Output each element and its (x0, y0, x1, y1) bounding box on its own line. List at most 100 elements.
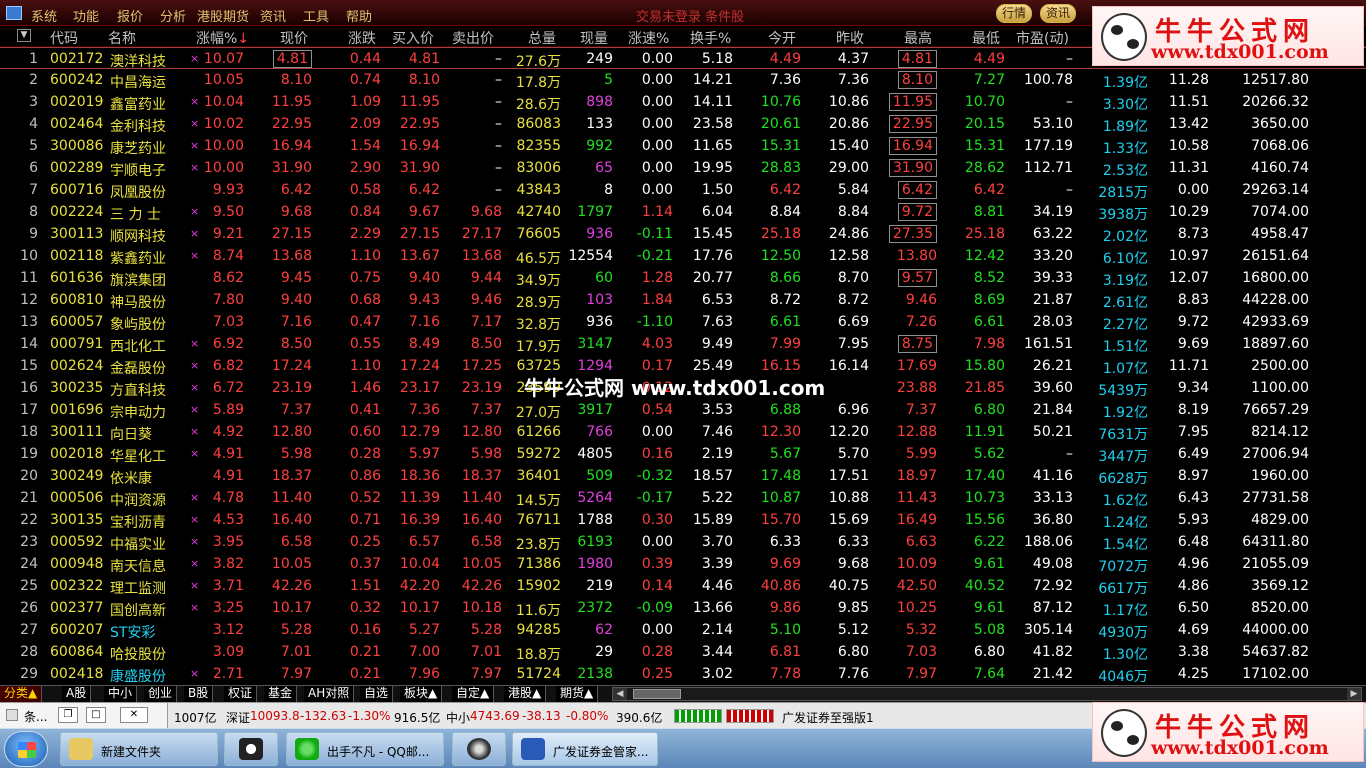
bid-price: 5.27 (408, 622, 440, 638)
tab-hk[interactable]: 港股▲ (504, 686, 547, 702)
tab-warrants[interactable]: 权证 (224, 686, 258, 702)
pct-change: 4.92 (212, 424, 244, 440)
close-icon[interactable]: ✕ (120, 707, 148, 723)
news-button[interactable]: 资讯 (1040, 4, 1077, 23)
col-low[interactable]: 最低 (972, 28, 1000, 48)
start-button[interactable] (4, 731, 48, 767)
col-change[interactable]: 涨跌 (348, 28, 376, 48)
taskbar-media[interactable] (452, 732, 506, 766)
tab-custom[interactable]: 自定▲ (452, 686, 495, 702)
minimized-window[interactable]: 条... ❐ □ ✕ (0, 703, 168, 729)
col-pe[interactable]: 市盈(动) (1016, 28, 1069, 48)
change: 0.16 (349, 622, 381, 638)
col-turnover[interactable]: 换手% (690, 28, 731, 48)
col-pct[interactable]: 涨幅%↓ (196, 28, 249, 48)
menu-tools[interactable]: 工具 (303, 6, 329, 25)
col-price[interactable]: 现价 (280, 28, 308, 48)
scroll-thumb[interactable] (633, 689, 681, 699)
menu-function[interactable]: 功能 (73, 6, 99, 25)
table-row[interactable]: 12 600810 神马股份 7.80 9.40 0.68 9.43 9.46 28.9万 103… (0, 289, 1366, 311)
tab-category[interactable]: 分类▲ (0, 686, 43, 702)
table-row[interactable]: × 18 300111 向日葵 4.92 12.80 0.60 12.79 12.80 61266… (0, 421, 1366, 443)
table-row[interactable]: 11 601636 旗滨集团 8.62 9.45 0.75 9.40 9.44 34.9万 60 1… (0, 267, 1366, 289)
change: 1.10 (349, 358, 381, 374)
tab-funds[interactable]: 基金 (264, 686, 298, 702)
col-code[interactable]: 代码 (50, 28, 78, 48)
tab-sme[interactable]: 中小 (104, 686, 138, 702)
table-row[interactable]: × 17 001696 宗申动力 5.89 7.37 0.41 7.36 7.37 27.0万 39… (0, 399, 1366, 421)
col-ask[interactable]: 卖出价 (452, 28, 494, 48)
table-row[interactable]: × 8 002224 三 力 士 9.50 9.68 0.84 9.67 9.68 42740 17… (0, 201, 1366, 223)
market-button[interactable]: 行情 (996, 4, 1033, 23)
table-row[interactable]: 20 300249 依米康 4.91 18.37 0.86 18.36 18.37 36401 5… (0, 465, 1366, 487)
menu-analysis[interactable]: 分析 (160, 6, 186, 25)
row-number: 4 (29, 116, 38, 132)
taskbar-browser[interactable]: 出手不凡 - QQ邮... (286, 732, 444, 766)
table-row[interactable]: × 10 002118 紫鑫药业 8.74 13.68 1.10 13.67 13.68 46.5… (0, 245, 1366, 267)
table-row[interactable]: × 22 300135 宝利沥青 4.53 16.40 0.71 16.39 16.40 7671… (0, 509, 1366, 531)
menu-help[interactable]: 帮助 (346, 6, 372, 25)
col-cur-vol[interactable]: 现量 (580, 28, 608, 48)
horizontal-scrollbar[interactable]: ◀ ▶ (612, 687, 1362, 701)
table-row[interactable]: 2 600242 中昌海运 10.05 8.10 0.74 8.10 –17.8万 5 0.00 1… (0, 69, 1366, 91)
scroll-left-icon[interactable]: ◀ (613, 688, 627, 700)
col-speed[interactable]: 涨速% (628, 28, 669, 48)
tab-a-shares[interactable]: A股 (62, 686, 92, 702)
taskbar-qq[interactable] (224, 732, 278, 766)
table-row[interactable]: × 14 000791 西北化工 6.92 8.50 0.55 8.49 8.50 17.9万 31… (0, 333, 1366, 355)
restore-icon[interactable]: ❐ (58, 707, 78, 723)
table-row[interactable]: 28 600864 哈投股份 3.09 7.01 0.21 7.00 7.01 18.8万 29 0… (0, 641, 1366, 663)
table-row[interactable]: × 24 000948 南天信息 3.82 10.05 0.37 10.04 10.05 7138… (0, 553, 1366, 575)
table-row[interactable]: 7 600716 凤凰股份 9.93 6.42 0.58 6.42–43843 8 0.00 1.… (0, 179, 1366, 201)
open: 8.66 (769, 270, 801, 286)
table-row[interactable]: × 19 002018 华星化工 4.91 5.98 0.28 5.97 5.98 59272 48… (0, 443, 1366, 465)
tab-watchlist[interactable]: 自选 (360, 686, 394, 702)
col-prev-close[interactable]: 昨收 (836, 28, 864, 48)
ask-price: 7.97 (470, 666, 502, 682)
menu-system[interactable]: 系统 (31, 6, 57, 25)
ask-price: 10.05 (461, 556, 502, 572)
pe-ratio: 21.42 (1032, 666, 1073, 682)
table-row[interactable]: × 25 002322 理工监测 3.71 42.26 1.51 42.20 42.26 1590… (0, 575, 1366, 597)
tab-gem[interactable]: 创业 (144, 686, 178, 702)
menu-info[interactable]: 资讯 (260, 6, 286, 25)
pct-change: 7.03 (212, 314, 244, 330)
col-high[interactable]: 最高 (904, 28, 932, 48)
table-row[interactable]: × 26 002377 国创高新 3.25 10.17 0.32 10.17 10.18 11.6… (0, 597, 1366, 619)
col-volume[interactable]: 总量 (528, 28, 556, 48)
col-bid[interactable]: 买入价 (392, 28, 434, 48)
table-row[interactable]: 13 600057 象屿股份 7.03 7.16 0.47 7.16 7.17 32.8万 936… (0, 311, 1366, 333)
stock-name: 凤凰股份 (110, 185, 166, 201)
menu-quote[interactable]: 报价 (117, 6, 143, 25)
change: 0.84 (349, 204, 381, 220)
column-menu-icon[interactable]: ▼ (17, 29, 31, 42)
maximize-icon[interactable]: □ (86, 707, 106, 723)
table-row[interactable]: × 29 002418 康盛股份 2.71 7.97 0.21 7.96 7.97 51724 21… (0, 663, 1366, 685)
taskbar-trading[interactable]: 广发证券金管家... (512, 732, 658, 766)
table-row[interactable]: × 6 002289 宇顺电子 10.00 31.90 2.90 31.90 –83006 65 0… (0, 157, 1366, 179)
current-volume: 62 (595, 622, 613, 638)
table-row[interactable]: × 9 300113 顺网科技 9.21 27.15 2.29 27.15 27.17 76605… (0, 223, 1366, 245)
taskbar-folder[interactable]: 新建文件夹 (60, 732, 218, 766)
tab-b-shares[interactable]: B股 (184, 686, 214, 702)
col-open[interactable]: 今开 (768, 28, 796, 48)
tab-sectors[interactable]: 板块▲ (400, 686, 443, 702)
extra-col-1: 8.73 (1177, 226, 1209, 242)
stock-code: 601636 (50, 270, 104, 286)
tab-ah[interactable]: AH对照 (304, 686, 355, 702)
table-row[interactable]: × 23 000592 中福实业 3.95 6.58 0.25 6.57 6.58 23.8万 61… (0, 531, 1366, 553)
turnover: 14.21 (692, 72, 733, 88)
table-row[interactable]: × 4 002464 金利科技 10.02 22.95 2.09 22.95 –86083 133… (0, 113, 1366, 135)
table-row[interactable]: × 5 300086 康芝药业 10.00 16.94 1.54 16.94 –82355 992… (0, 135, 1366, 157)
scroll-right-icon[interactable]: ▶ (1347, 688, 1361, 700)
ask-price: 12.80 (461, 424, 502, 440)
stock-code: 300135 (50, 512, 104, 528)
extra-col-2: 3569.12 (1251, 578, 1309, 594)
row-number: 13 (20, 314, 38, 330)
tab-futures[interactable]: 期货▲ (556, 686, 599, 702)
table-row[interactable]: 27 600207 ST安彩 3.12 5.28 0.16 5.27 5.28 94285 62 0… (0, 619, 1366, 641)
table-row[interactable]: × 21 000506 中润资源 4.78 11.40 0.52 11.39 11.40 14.5… (0, 487, 1366, 509)
table-row[interactable]: × 3 002019 鑫富药业 10.04 11.95 1.09 11.95–28.6万 898… (0, 91, 1366, 113)
menu-hk-futures[interactable]: 港股期货 (197, 6, 249, 25)
col-name[interactable]: 名称 (108, 28, 136, 48)
